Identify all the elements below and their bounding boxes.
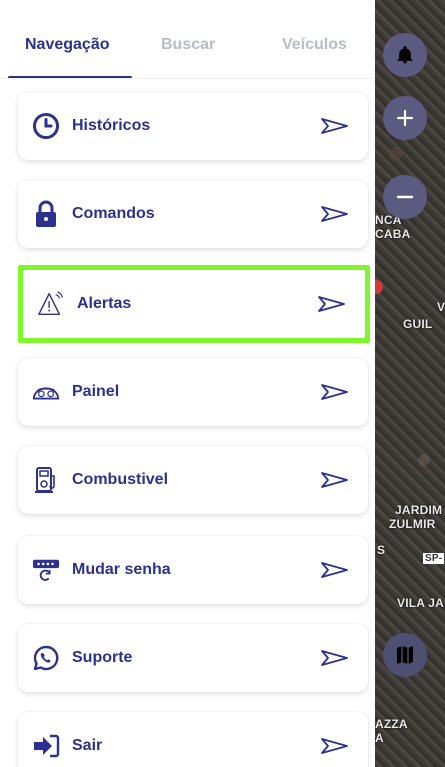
menu-item-comandos[interactable]: Comandos: [18, 180, 368, 248]
menu-item-historicos[interactable]: Históricos: [18, 92, 368, 160]
minus-icon: [396, 195, 414, 199]
chevron-right-icon: [320, 559, 350, 581]
menu-label: Históricos: [72, 117, 151, 134]
menu-label: Sair: [72, 737, 103, 754]
menu-label: Combustivel: [72, 471, 169, 488]
whatsapp-icon: [32, 644, 60, 672]
zoom-out-button[interactable]: [383, 175, 427, 219]
map-type-button[interactable]: [383, 633, 427, 677]
map-view[interactable]: NCA CABA V GUIL JARDIM ZULMIR S SP- VILA…: [375, 0, 445, 767]
chevron-right-icon: [320, 115, 350, 137]
menu-item-painel[interactable]: Painel: [18, 358, 368, 426]
menu-label: Suporte: [72, 649, 133, 666]
lock-icon: [32, 200, 60, 228]
chevron-right-icon: [320, 647, 350, 669]
map-icon: [397, 646, 413, 664]
bell-icon: [397, 46, 413, 64]
fuel-pump-icon: [32, 466, 60, 494]
road-shield: SP-: [423, 553, 445, 564]
map-label: VILA JA: [397, 596, 444, 610]
map-label: ZULMIR: [389, 517, 436, 531]
zoom-in-button[interactable]: [383, 96, 427, 140]
map-label: V: [437, 300, 445, 314]
menu-item-combustivel[interactable]: Combustivel: [18, 446, 368, 514]
menu-label: Alertas: [77, 295, 132, 312]
menu-item-alertas[interactable]: Alertas: [18, 265, 370, 343]
map-label: JARDIM: [395, 503, 443, 517]
map-label: AZZA: [375, 717, 408, 731]
map-label: GUIL: [403, 317, 433, 331]
dashboard-icon: [32, 378, 60, 406]
tab-divider: [0, 78, 375, 79]
clock-icon: [32, 112, 60, 140]
menu-label: Comandos: [72, 205, 155, 222]
menu-label: Painel: [72, 383, 120, 400]
tab-buscar[interactable]: Buscar: [161, 36, 215, 54]
tab-navegacao[interactable]: Navegação: [25, 36, 110, 54]
menu-item-mudar-senha[interactable]: Mudar senha: [18, 536, 368, 604]
chevron-right-icon: [320, 469, 350, 491]
map-label: A: [375, 731, 384, 745]
notifications-button[interactable]: [383, 33, 427, 77]
logout-icon: [32, 732, 60, 760]
plus-icon: [396, 109, 414, 127]
chevron-right-icon: [320, 203, 350, 225]
menu-item-sair[interactable]: Sair: [18, 712, 368, 767]
menu-item-suporte[interactable]: Suporte: [18, 624, 368, 692]
map-label: CABA: [375, 227, 411, 241]
alert-icon: [37, 290, 65, 318]
tab-bar: Navegação Buscar Veículos: [0, 0, 375, 80]
navigation-drawer: Navegação Buscar Veículos Históricos Com…: [0, 0, 375, 767]
menu-label: Mudar senha: [72, 561, 171, 578]
chevron-right-icon: [317, 293, 347, 315]
tab-veiculos[interactable]: Veículos: [282, 36, 347, 54]
password-reset-icon: [32, 556, 60, 584]
chevron-right-icon: [320, 381, 350, 403]
map-label: S: [377, 543, 386, 557]
map-marker[interactable]: [375, 280, 383, 294]
chevron-right-icon: [320, 735, 350, 757]
